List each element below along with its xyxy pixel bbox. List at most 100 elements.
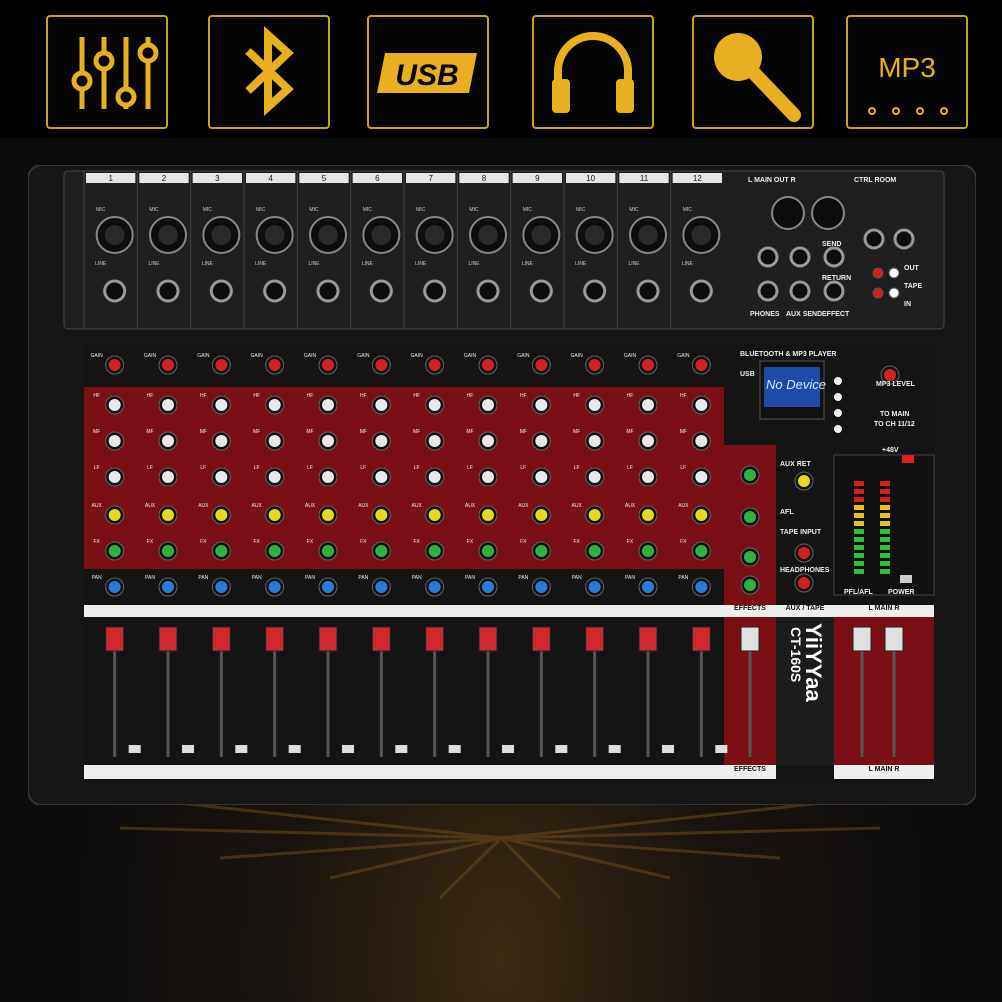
output-jack[interactable] bbox=[823, 246, 845, 268]
line-input-jack[interactable] bbox=[529, 279, 553, 303]
output-jack[interactable] bbox=[757, 280, 779, 302]
pfl-button[interactable] bbox=[128, 745, 141, 753]
aux-send-label: AUX SEND bbox=[786, 311, 823, 318]
line-input-jack[interactable] bbox=[423, 279, 447, 303]
xlr-input-socket bbox=[691, 225, 712, 245]
main-out-xlr[interactable] bbox=[771, 196, 805, 230]
knob-cap bbox=[535, 359, 548, 371]
knob-row-label: HF bbox=[520, 393, 527, 399]
mic-label: MIC bbox=[309, 207, 319, 213]
channel-number-rear: 1 bbox=[108, 174, 113, 183]
pfl-button[interactable] bbox=[182, 745, 194, 753]
line-input-jack[interactable] bbox=[209, 279, 233, 303]
channel-fader[interactable] bbox=[371, 626, 391, 652]
level-meter-led bbox=[880, 505, 890, 510]
knob-row-label: PAN bbox=[145, 575, 155, 581]
player-button[interactable] bbox=[834, 425, 842, 433]
line-input-jack[interactable] bbox=[316, 279, 340, 303]
channel-fader[interactable] bbox=[531, 626, 551, 652]
effects-fader[interactable] bbox=[740, 626, 760, 652]
player-button[interactable] bbox=[834, 409, 842, 417]
knob-cap bbox=[642, 471, 654, 483]
knob-cap bbox=[642, 509, 654, 521]
knob-row-label: LF bbox=[414, 465, 420, 471]
phones-label: PHONES bbox=[750, 311, 780, 318]
line-input-jack[interactable] bbox=[103, 279, 127, 303]
pfl-button[interactable] bbox=[715, 745, 728, 753]
rca-jack[interactable] bbox=[872, 287, 884, 299]
pfl-button[interactable] bbox=[555, 745, 568, 753]
output-jack[interactable] bbox=[789, 280, 811, 302]
line-input-jack[interactable] bbox=[583, 279, 607, 303]
knob-row-label: AUX bbox=[305, 503, 316, 509]
ctrl-room-jack[interactable] bbox=[893, 228, 915, 250]
rca-jack[interactable] bbox=[872, 267, 884, 279]
line-input-jack[interactable] bbox=[636, 279, 660, 303]
main-out-label: L MAIN OUT R bbox=[748, 177, 796, 184]
tape-input-label: TAPE INPUT bbox=[780, 529, 822, 536]
aux-tape-label: AUX / TAPE bbox=[785, 605, 825, 612]
level-meter-led bbox=[854, 497, 864, 502]
ctrl-room-jack[interactable] bbox=[863, 228, 885, 250]
main-out-xlr[interactable] bbox=[811, 196, 845, 230]
channel-fader[interactable] bbox=[211, 626, 231, 652]
knob-row-label: FX bbox=[307, 539, 314, 545]
pfl-button[interactable] bbox=[502, 745, 514, 753]
channel-fader[interactable] bbox=[105, 626, 125, 652]
channel-number-rear: 4 bbox=[268, 174, 273, 183]
knob-row-label: HF bbox=[573, 393, 580, 399]
xlr-input-socket bbox=[264, 225, 285, 245]
knob-cap bbox=[428, 581, 441, 593]
knob-row-label: HF bbox=[627, 393, 634, 399]
pfl-button[interactable] bbox=[608, 745, 621, 753]
rca-jack[interactable] bbox=[888, 267, 900, 279]
line-input-jack[interactable] bbox=[156, 279, 180, 303]
knob-cap bbox=[322, 581, 334, 593]
channel-fader[interactable] bbox=[425, 626, 445, 652]
knob-row-label: MF bbox=[146, 429, 153, 435]
output-jack[interactable] bbox=[789, 246, 811, 268]
level-meter-led bbox=[854, 529, 864, 534]
channel-fader[interactable] bbox=[691, 626, 711, 652]
line-input-jack[interactable] bbox=[369, 279, 393, 303]
output-jack[interactable] bbox=[823, 280, 845, 302]
knob-row-label: AUX bbox=[625, 503, 636, 509]
channel-fader[interactable] bbox=[585, 626, 605, 652]
line-input-jack[interactable] bbox=[689, 279, 713, 303]
player-button[interactable] bbox=[834, 377, 842, 385]
channel-number-rear: 10 bbox=[586, 174, 595, 183]
line-input-jack[interactable] bbox=[263, 279, 287, 303]
knob-row-label: AUX bbox=[465, 503, 476, 509]
level-meter-led bbox=[880, 521, 890, 526]
out-label: OUT bbox=[904, 265, 919, 272]
channel-fader[interactable] bbox=[318, 626, 338, 652]
pfl-button[interactable] bbox=[288, 745, 301, 753]
channel-number-rear: 11 bbox=[640, 174, 649, 183]
power-switch[interactable] bbox=[900, 575, 912, 583]
pfl-button[interactable] bbox=[662, 745, 674, 753]
knob-row-label: MF bbox=[573, 429, 580, 435]
channel-fader[interactable] bbox=[638, 626, 658, 652]
pfl-button[interactable] bbox=[342, 745, 354, 753]
knob-row-label: AUX bbox=[412, 503, 423, 509]
phantom-label: +48V bbox=[882, 447, 899, 454]
pfl-button[interactable] bbox=[235, 745, 248, 753]
pfl-button[interactable] bbox=[395, 745, 408, 753]
knob-cap bbox=[162, 399, 174, 411]
line-input-jack[interactable] bbox=[476, 279, 500, 303]
phantom-power-switch[interactable] bbox=[902, 455, 914, 463]
channel-fader[interactable] bbox=[478, 626, 498, 652]
output-jack[interactable] bbox=[757, 246, 779, 268]
knob-row-label: GAIN bbox=[357, 353, 370, 359]
channel-fader[interactable] bbox=[265, 626, 285, 652]
channel-fader[interactable] bbox=[158, 626, 178, 652]
main-fader[interactable] bbox=[884, 626, 904, 652]
main-fader[interactable] bbox=[852, 626, 872, 652]
player-button[interactable] bbox=[834, 393, 842, 401]
pfl-button[interactable] bbox=[448, 745, 461, 753]
knob-cap bbox=[162, 509, 174, 521]
effects-knob-cap bbox=[744, 469, 756, 481]
rca-jack[interactable] bbox=[888, 287, 900, 299]
mic-label: MIC bbox=[629, 207, 639, 213]
mic-label: MIC bbox=[203, 207, 213, 213]
